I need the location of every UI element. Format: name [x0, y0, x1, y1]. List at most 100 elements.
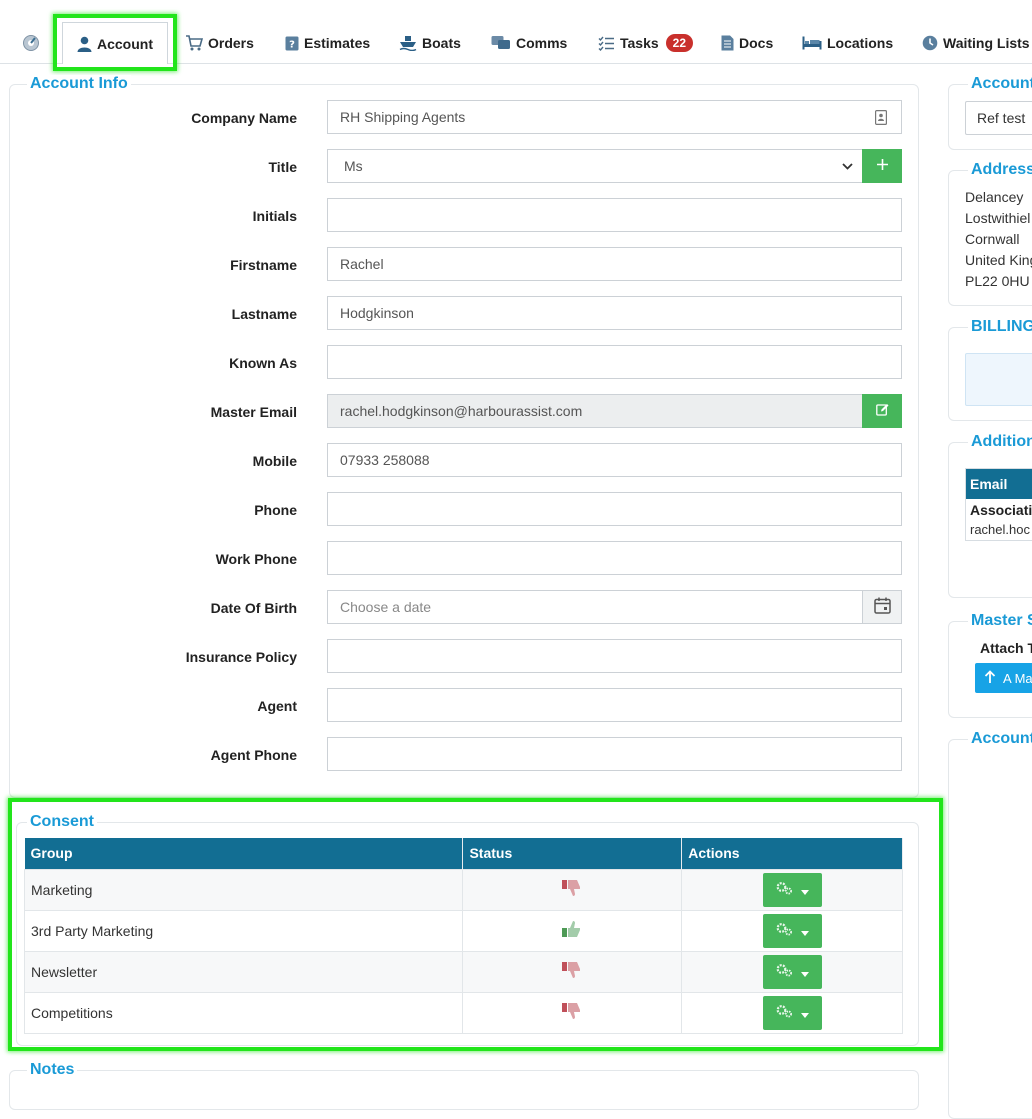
thumbs-down-icon[interactable]	[561, 962, 583, 982]
title-label: Title	[268, 159, 297, 175]
edit-icon	[875, 403, 889, 419]
company-name-field[interactable]: RH Shipping Agents	[327, 100, 902, 134]
work-phone-field[interactable]	[327, 541, 902, 575]
table-row: Newsletter	[23, 950, 903, 993]
consent-title: Consent	[27, 813, 97, 831]
consent-status[interactable]	[462, 950, 683, 993]
consent-header-row: Group Status Actions	[24, 838, 903, 869]
gears-icon	[776, 963, 793, 980]
thumbs-down-icon[interactable]	[561, 1003, 583, 1023]
tab-estimates-label: Estimates	[304, 35, 371, 51]
actions-dropdown-button[interactable]	[762, 954, 822, 989]
table-row: 3rd Party Marketing	[23, 909, 903, 952]
work-phone-label: Work Phone	[215, 551, 297, 567]
initials-label: Initials	[252, 208, 297, 224]
lastname-field[interactable]: Hodgkinson	[327, 296, 902, 330]
right-account-title: Account	[968, 75, 1032, 93]
address-title: Address	[968, 161, 1032, 179]
user-icon	[77, 36, 92, 52]
tab-tasks[interactable]: Tasks 22	[598, 26, 694, 60]
tab-orders-label: Orders	[208, 35, 254, 51]
initials-field[interactable]	[327, 198, 902, 232]
address-line: Lostwithiel	[965, 210, 1031, 226]
thumbs-up-icon[interactable]	[561, 921, 583, 941]
mobile-field[interactable]: 07933 258088	[327, 443, 902, 477]
actions-dropdown-button[interactable]	[762, 995, 822, 1030]
table-row: Marketing	[23, 868, 903, 911]
firstname-field[interactable]: Rachel	[327, 247, 902, 281]
tab-waiting-lists[interactable]: Waiting Lists	[922, 26, 1030, 60]
email-header: Email	[970, 476, 1008, 492]
consent-actions	[681, 868, 903, 911]
master-email-label: Master Email	[210, 404, 297, 420]
bed-icon	[802, 36, 822, 50]
add-title-button[interactable]	[862, 149, 902, 183]
gears-icon	[776, 881, 793, 898]
association-label: Associatio	[970, 502, 1032, 518]
lastname-label: Lastname	[231, 306, 297, 322]
agent-field[interactable]	[327, 688, 902, 722]
consent-actions	[681, 991, 903, 1034]
actions-dropdown-button[interactable]	[762, 913, 822, 948]
consent-status[interactable]	[462, 868, 683, 911]
notes-title: Notes	[27, 1061, 78, 1079]
contact-card-icon[interactable]	[875, 110, 888, 128]
caret-down-icon	[800, 923, 809, 939]
table-row: Competitions	[23, 991, 903, 1034]
dashboard-icon	[22, 34, 40, 52]
title-select[interactable]: Ms	[327, 149, 902, 183]
attach-label: Attach T	[980, 640, 1032, 656]
tab-docs-label: Docs	[739, 35, 774, 51]
caret-down-icon	[800, 1005, 809, 1021]
tab-account[interactable]: Account	[62, 22, 168, 64]
tab-comms-label: Comms	[516, 35, 568, 51]
consent-status[interactable]	[462, 909, 683, 952]
thumbs-down-icon[interactable]	[561, 880, 583, 900]
master-email-field: rachel.hodgkinson@harbourassist.com	[327, 394, 902, 428]
title-value: Ms	[344, 158, 363, 174]
consent-group: 3rd Party Marketing	[23, 909, 464, 952]
column-header-actions: Actions	[681, 838, 903, 869]
mobile-value: 07933 258088	[340, 452, 430, 468]
checklist-icon	[598, 36, 615, 51]
tab-docs[interactable]: Docs	[721, 26, 773, 60]
tab-locations[interactable]: Locations	[802, 26, 893, 60]
right-account2-panel	[948, 739, 1032, 1119]
tab-waiting-lists-label: Waiting Lists	[943, 35, 1030, 51]
upload-arrow-icon	[984, 669, 996, 687]
tab-account-label: Account	[97, 35, 153, 52]
tab-boats[interactable]: Boats	[399, 26, 461, 60]
tab-orders[interactable]: Orders	[185, 26, 254, 60]
tab-boats-label: Boats	[422, 35, 461, 51]
consent-group: Competitions	[23, 991, 464, 1034]
consent-group: Marketing	[23, 868, 464, 911]
attach-button[interactable]: A Ma	[975, 663, 1032, 693]
tab-locations-label: Locations	[827, 35, 894, 51]
tab-dashboard[interactable]	[22, 26, 40, 60]
caret-down-icon	[800, 964, 809, 980]
phone-field[interactable]	[327, 492, 902, 526]
insurance-policy-field[interactable]	[327, 639, 902, 673]
edit-email-button[interactable]	[862, 394, 902, 428]
agent-label: Agent	[257, 698, 297, 714]
company-name-value: RH Shipping Agents	[340, 109, 466, 125]
tab-estimates[interactable]: ? Estimates	[285, 26, 370, 60]
agent-phone-field[interactable]	[327, 737, 902, 771]
caret-down-icon	[800, 882, 809, 898]
consent-actions	[681, 909, 903, 952]
account-ref-value: Ref test	[977, 110, 1026, 126]
actions-dropdown-button[interactable]	[762, 872, 822, 907]
tab-tasks-label: Tasks	[620, 35, 659, 51]
consent-status[interactable]	[462, 991, 683, 1034]
tab-comms[interactable]: Comms	[491, 26, 567, 60]
date-of-birth-field[interactable]: Choose a date	[327, 590, 902, 624]
association-email: rachel.hoc	[970, 522, 1030, 537]
billing-title: BILLING	[968, 318, 1032, 336]
document-icon	[721, 35, 734, 51]
attach-button-label: A Ma	[1003, 670, 1032, 686]
date-picker-button[interactable]	[862, 590, 902, 624]
firstname-label: Firstname	[230, 257, 297, 273]
known-as-field[interactable]	[327, 345, 902, 379]
billing-box	[965, 353, 1032, 406]
address-line: Cornwall	[965, 231, 1020, 247]
